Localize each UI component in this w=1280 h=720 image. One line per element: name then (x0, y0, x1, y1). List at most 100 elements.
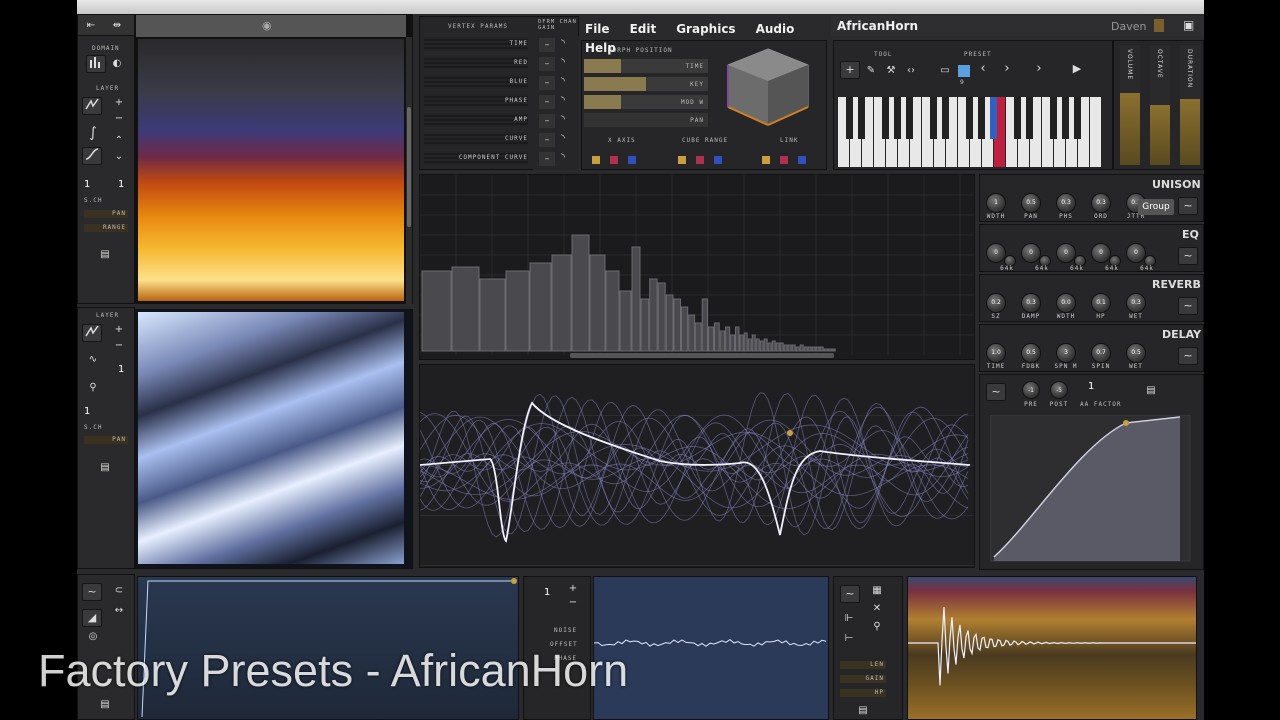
pin-icon[interactable]: ⚲ (86, 382, 100, 394)
menu-audio[interactable]: Audio (756, 22, 795, 36)
harmonic-bar[interactable] (605, 270, 620, 352)
width-icon[interactable]: ⊢ (842, 633, 856, 645)
waveform-bank-panel[interactable] (135, 309, 413, 569)
black-key[interactable] (906, 97, 913, 139)
waveform-editor[interactable] (419, 364, 975, 568)
fx-knob[interactable]: 0.1 (1091, 293, 1111, 313)
black-key[interactable] (978, 97, 985, 139)
harmonic-bar[interactable] (763, 338, 768, 352)
user-avatar[interactable] (1154, 19, 1164, 32)
fx-knob[interactable]: 0.3 (1056, 193, 1076, 213)
harmonic-bar[interactable] (701, 298, 709, 352)
draw-button-br[interactable]: ~ (840, 585, 860, 603)
fit-width-icon[interactable]: ⇹ (110, 20, 124, 32)
vertex-dash-button[interactable]: – (539, 76, 555, 90)
add-tool-button[interactable]: + (840, 61, 860, 79)
pan-slider[interactable]: PAN (84, 210, 128, 218)
harmonic-bar[interactable] (767, 342, 772, 352)
morph-slider[interactable]: KEY (584, 77, 708, 91)
settings-icon[interactable]: ◎ (86, 631, 100, 643)
vertex-dash-button[interactable]: – (539, 133, 555, 147)
harmonic-bar[interactable] (771, 340, 776, 352)
harmonic-bar[interactable] (708, 326, 714, 352)
fx-knob[interactable]: 3 (1056, 343, 1076, 363)
eq-curve-button[interactable]: ~ (1178, 247, 1198, 265)
harmonic-bar[interactable] (640, 298, 650, 352)
main-waveform[interactable] (419, 401, 971, 543)
draw-layer-button-2[interactable] (82, 324, 102, 342)
harmonic-bar[interactable] (815, 346, 820, 352)
range-slider[interactable]: RANGE (84, 224, 128, 232)
hp-slider[interactable]: HP (840, 689, 886, 697)
curve-arc-icon[interactable]: ◝ (561, 133, 565, 144)
ramp-button[interactable]: ◢ (82, 609, 102, 627)
chevron-up-icon[interactable]: ⌃ (112, 135, 126, 147)
cube-range-swatches[interactable] (678, 149, 722, 168)
harmonic-bar[interactable] (783, 344, 788, 352)
fx-knob[interactable]: 0.5 (1021, 343, 1041, 363)
fx-knob[interactable]: 0.5 (1021, 193, 1041, 213)
waveform-vertex[interactable] (787, 430, 793, 436)
harmonic-bar[interactable] (831, 348, 836, 352)
harmonic-bar[interactable] (657, 282, 666, 352)
fx-knob[interactable]: 0 (1056, 243, 1076, 263)
fx-knob[interactable]: 0.0 (1056, 293, 1076, 313)
harmonic-bar[interactable] (589, 254, 606, 352)
curve-arc-icon[interactable]: ◝ (561, 38, 565, 49)
curve-arc-icon[interactable]: ◝ (561, 114, 565, 125)
next-preset-icon[interactable]: › (1000, 62, 1014, 75)
harmonic-bar[interactable] (779, 342, 784, 352)
layers-icon[interactable]: ▦ (870, 585, 884, 597)
fx-knob[interactable]: 1 (986, 193, 1006, 213)
harmonic-bar[interactable] (529, 262, 552, 352)
pencil-icon[interactable]: ✎ (864, 65, 878, 77)
harmonic-bar[interactable] (725, 326, 731, 352)
harmonic-bar[interactable] (823, 348, 828, 352)
duration-slider[interactable]: DURATION (1180, 45, 1200, 165)
harmonic-bar[interactable] (649, 278, 658, 352)
fx-knob[interactable]: 0.5 (1126, 343, 1146, 363)
curve-arc-icon[interactable]: ◝ (561, 152, 565, 163)
reverb-curve-button[interactable]: ~ (1178, 297, 1198, 315)
white-key[interactable] (1090, 97, 1101, 167)
link-swatches[interactable] (762, 149, 806, 168)
harmonic-bar[interactable] (775, 342, 780, 352)
fx-knob[interactable]: 1.0 (986, 343, 1006, 363)
add-button-bottom[interactable]: + (566, 583, 580, 595)
black-key[interactable] (894, 97, 901, 139)
x-axis-swatches[interactable] (592, 149, 636, 168)
document-icon-2[interactable]: ▤ (98, 462, 112, 474)
fx-knob[interactable]: 0.3 (1126, 293, 1146, 313)
link-icon[interactable]: ⊂ (112, 585, 126, 597)
harmonic-bar[interactable] (505, 270, 530, 352)
gain-slider[interactable]: GAIN (840, 675, 886, 683)
harmonic-bar[interactable] (619, 290, 632, 352)
vertex-bar[interactable] (424, 113, 528, 127)
harmonic-bar[interactable] (759, 340, 764, 352)
waveform-icon[interactable]: ∿ (86, 354, 100, 366)
menu-file[interactable]: File (585, 22, 610, 36)
save-icon[interactable]: ▭ (938, 65, 952, 77)
shuffle-icon[interactable]: ✕ (870, 603, 884, 615)
menu-graphics[interactable]: Graphics (676, 22, 735, 36)
document-icon-4[interactable]: ▤ (98, 699, 112, 711)
delay-curve-button[interactable]: ~ (1178, 347, 1198, 365)
code-icon[interactable]: ‹› (904, 65, 918, 77)
harmonic-bar[interactable] (551, 254, 572, 352)
harmonic-bar[interactable] (735, 326, 740, 352)
arrows-icon[interactable]: ↔ (112, 605, 126, 617)
env-draw-button[interactable]: ~ (986, 383, 1006, 401)
harmonics-panel[interactable] (419, 174, 975, 360)
remove-layer-button[interactable]: − (112, 113, 126, 125)
vertex-dash-button[interactable]: – (539, 38, 555, 52)
harmonic-bar[interactable] (479, 278, 506, 352)
black-key[interactable] (966, 97, 973, 139)
piano-keyboard[interactable] (838, 97, 1104, 167)
brush-icon[interactable]: ⚒ (884, 65, 898, 77)
fx-knob[interactable]: 0 (986, 243, 1006, 263)
document-icon-3[interactable]: ▤ (1144, 385, 1158, 397)
fx-knob[interactable]: 0 (1021, 243, 1041, 263)
curve-arc-icon[interactable]: ◝ (561, 57, 565, 68)
morph-slider[interactable]: TIME (584, 59, 708, 73)
pin-icon-br[interactable]: ⚲ (870, 621, 884, 633)
